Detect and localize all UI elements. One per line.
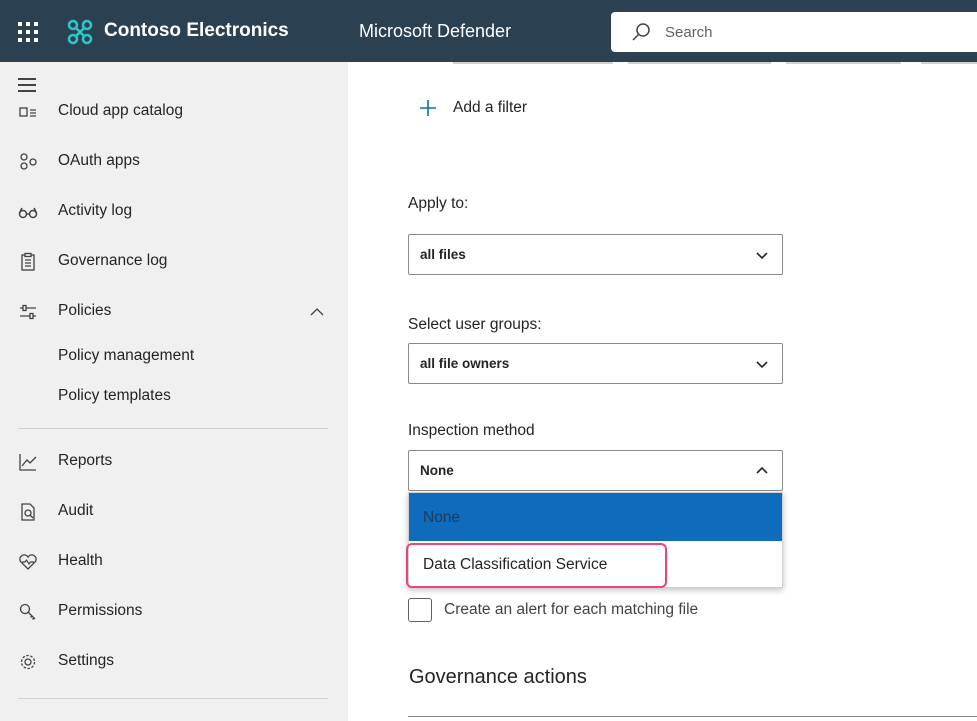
chevron-up-icon [756, 466, 768, 474]
brand-name[interactable]: Contoso Electronics [104, 20, 289, 42]
sidebar-item-label: Governance log [58, 252, 168, 269]
sidebar-item-permissions[interactable]: Permissions [0, 592, 348, 632]
key-icon [19, 603, 36, 620]
search-input[interactable] [665, 20, 965, 44]
governance-actions-title: Governance actions [409, 666, 587, 688]
catalog-icon [19, 107, 36, 117]
document-search-icon [21, 503, 35, 521]
sidebar-item-label: Reports [58, 452, 113, 469]
sidebar: Cloud app catalog OAuth apps Activity lo… [0, 62, 348, 721]
sidebar-item-policies[interactable]: Policies [0, 292, 348, 332]
search-icon [632, 23, 650, 41]
sidebar-item-audit[interactable]: Audit [0, 492, 348, 532]
search-box[interactable] [611, 12, 977, 52]
chevron-down-icon [756, 252, 768, 260]
dropdown-option-none[interactable]: None [409, 493, 782, 541]
user-groups-label: Select user groups: [408, 316, 542, 333]
sidebar-item-governance-log[interactable]: Governance log [0, 242, 348, 282]
sidebar-item-label: Health [58, 552, 103, 569]
apply-to-value: all files [420, 247, 466, 262]
alert-checkbox-row[interactable]: Create an alert for each matching file [408, 598, 698, 622]
sidebar-item-label: Permissions [58, 602, 143, 619]
plus-icon [420, 100, 436, 116]
sidebar-item-policy-templates[interactable]: Policy templates [0, 377, 348, 417]
sidebar-item-reports[interactable]: Reports [0, 442, 348, 482]
highlight-box [406, 543, 667, 588]
inspection-method-label: Inspection method [408, 422, 535, 439]
sidebar-item-label: Audit [58, 502, 94, 519]
app-launcher-icon[interactable] [18, 22, 38, 42]
sidebar-divider [18, 428, 328, 429]
option-label: None [423, 509, 461, 526]
sidebar-subitem-label: Policy templates [58, 387, 171, 404]
dropdown-option-data-classification-service[interactable]: Data Classification Service [406, 541, 782, 588]
alert-checkbox-label: Create an alert for each matching file [444, 601, 699, 618]
sidebar-item-activity-log[interactable]: Activity log [0, 192, 348, 232]
sidebar-item-label: Settings [58, 652, 115, 669]
sidebar-divider [18, 698, 328, 699]
product-name[interactable]: Microsoft Defender [359, 21, 511, 42]
inspection-method-dropdown: None Data Classification Service [406, 492, 783, 588]
sidebar-item-policy-management[interactable]: Policy management [0, 337, 348, 377]
sliders-icon [20, 304, 36, 320]
glasses-icon [18, 207, 38, 219]
chevron-down-icon [756, 361, 768, 369]
sidebar-item-label: Policies [58, 302, 112, 319]
oauth-icon [20, 153, 37, 170]
alert-checkbox[interactable] [408, 598, 432, 622]
sidebar-item-oauth-apps[interactable]: OAuth apps [0, 142, 348, 182]
tab-remnant [628, 62, 771, 64]
chevron-up-icon[interactable] [310, 305, 324, 319]
user-groups-select[interactable]: all file owners [408, 343, 783, 384]
heart-pulse-icon [19, 554, 37, 570]
menu-toggle-icon[interactable] [18, 78, 36, 92]
tab-remnant [921, 62, 977, 64]
policy-form: Add a filter Apply to: all files Select … [348, 62, 977, 721]
add-filter-button[interactable]: Add a filter [418, 98, 527, 118]
chart-line-icon [19, 454, 37, 471]
sidebar-item-label: Cloud app catalog [58, 102, 183, 119]
tab-remnant [453, 62, 613, 64]
inspection-method-select[interactable]: None [408, 450, 783, 491]
add-filter-label: Add a filter [453, 99, 528, 116]
apply-to-label: Apply to: [408, 195, 469, 212]
sidebar-item-health[interactable]: Health [0, 542, 348, 582]
sidebar-item-label: OAuth apps [58, 152, 140, 169]
tab-remnant [786, 62, 901, 64]
sidebar-subitem-label: Policy management [58, 347, 195, 364]
top-bar: Contoso Electronics Microsoft Defender [0, 0, 977, 62]
sidebar-item-cloud-app-catalog[interactable]: Cloud app catalog [0, 92, 348, 132]
user-groups-value: all file owners [420, 356, 510, 371]
apply-to-select[interactable]: all files [408, 234, 783, 275]
inspection-method-value: None [420, 463, 454, 478]
clipboard-icon [21, 252, 35, 271]
sidebar-item-settings[interactable]: Settings [0, 642, 348, 682]
contoso-logo-icon [67, 19, 93, 45]
sidebar-item-label: Activity log [58, 202, 133, 219]
gear-icon [20, 654, 36, 670]
section-divider [408, 716, 977, 717]
